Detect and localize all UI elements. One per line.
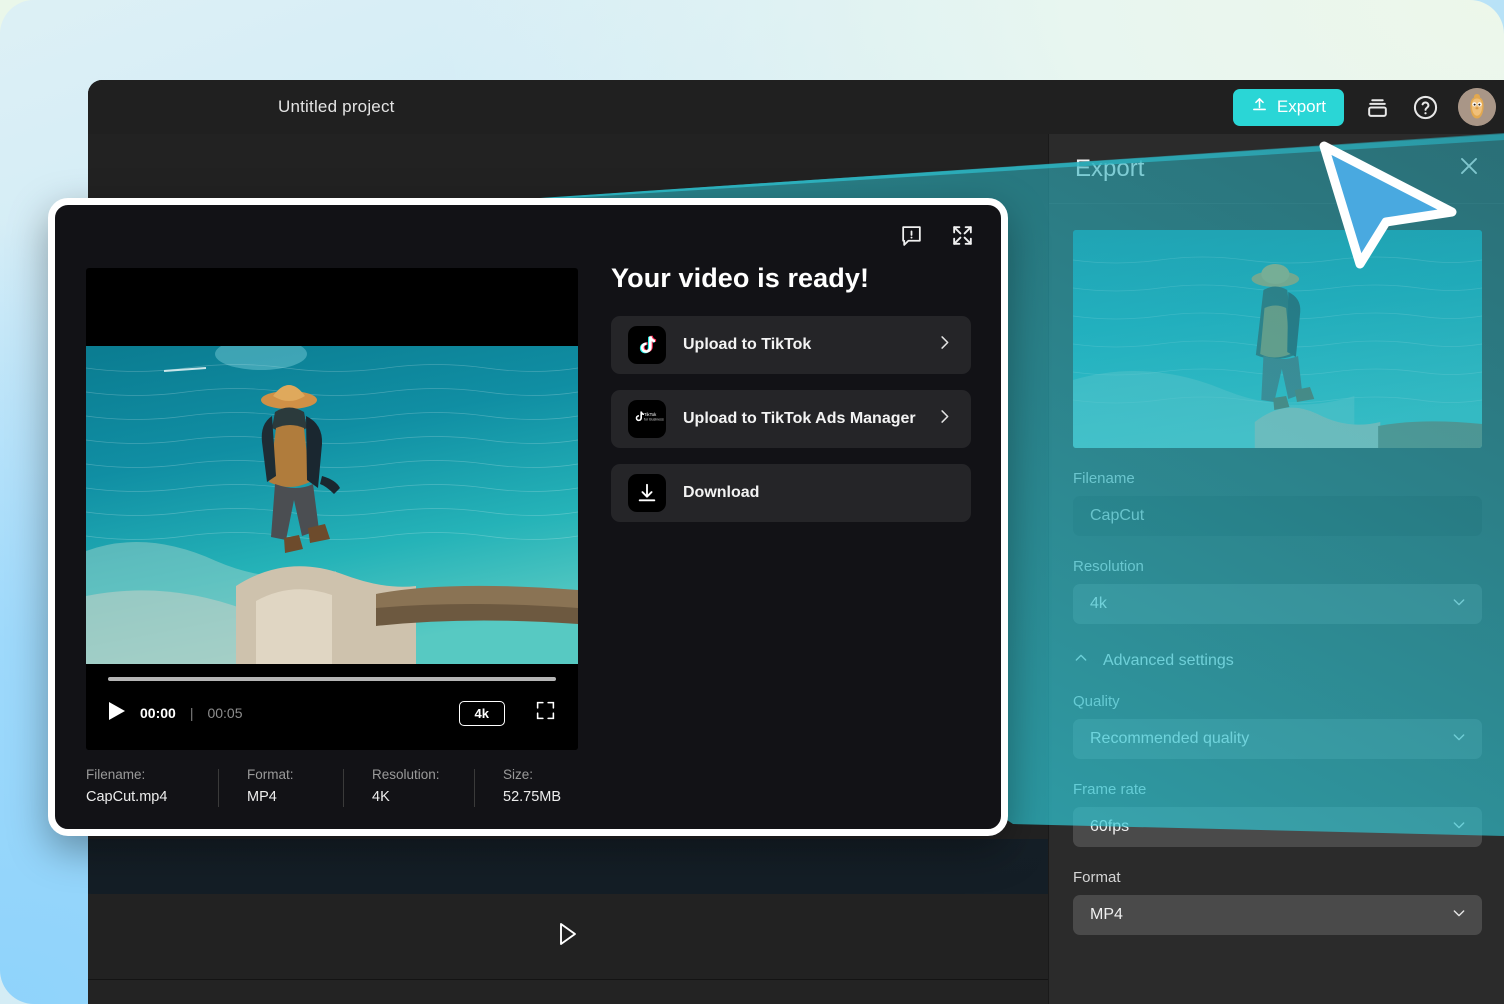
chevron-down-icon bbox=[1451, 817, 1467, 838]
meta-key: Size: bbox=[503, 767, 534, 782]
advanced-settings-toggle[interactable]: Advanced settings bbox=[1073, 650, 1482, 671]
export-panel-title: Export bbox=[1075, 154, 1145, 182]
current-time: 00:00 bbox=[140, 705, 176, 721]
chevron-up-icon bbox=[1073, 650, 1089, 671]
feedback-icon[interactable] bbox=[899, 223, 924, 253]
chevron-right-icon bbox=[935, 407, 954, 431]
quality-select[interactable]: Recommended quality bbox=[1073, 719, 1482, 759]
close-icon[interactable] bbox=[1456, 153, 1482, 184]
fullscreen-icon[interactable] bbox=[535, 700, 556, 726]
resolution-select[interactable]: 4k bbox=[1073, 584, 1482, 624]
download-row[interactable]: Download bbox=[611, 464, 971, 522]
meta-size: Size: 52.75MB bbox=[475, 767, 561, 805]
chevron-down-icon bbox=[1451, 905, 1467, 926]
total-time: 00:05 bbox=[207, 705, 243, 721]
meta-resolution: Resolution: 4K bbox=[344, 767, 474, 805]
svg-text:for Business: for Business bbox=[644, 418, 664, 422]
video-controls: 00:00 | 00:05 4k bbox=[86, 664, 578, 750]
user-avatar[interactable] bbox=[1458, 88, 1496, 126]
modal-heading: Your video is ready! bbox=[611, 263, 870, 293]
progress-bar[interactable] bbox=[108, 677, 556, 681]
meta-value: 52.75MB bbox=[503, 789, 562, 805]
app-top-bar: Untitled project Export bbox=[88, 80, 1504, 134]
modal-right-column: Your video is ready! Upload to TikTok Ti… bbox=[611, 263, 971, 538]
export-complete-modal: 00:00 | 00:05 4k Your video is ready! Up… bbox=[48, 198, 1008, 836]
filename-label: Filename bbox=[1073, 470, 1135, 487]
resolution-value: 4k bbox=[1090, 595, 1107, 612]
upload-icon bbox=[1251, 96, 1268, 118]
export-metadata: Filename: CapCut.mp4 Format: MP4 Resolut… bbox=[86, 767, 970, 807]
tiktok-ads-manager-icon: TikTok for Business bbox=[628, 400, 666, 438]
play-icon[interactable] bbox=[108, 701, 126, 726]
meta-value: MP4 bbox=[247, 789, 277, 805]
svg-text:TikTok: TikTok bbox=[644, 412, 657, 417]
share-option-label: Upload to TikTok Ads Manager bbox=[683, 410, 916, 427]
filename-input[interactable]: CapCut bbox=[1073, 496, 1482, 536]
chevron-down-icon bbox=[1451, 729, 1467, 750]
layout-panels-icon[interactable] bbox=[1362, 92, 1392, 122]
frame-rate-select[interactable]: 60fps bbox=[1073, 807, 1482, 847]
export-button[interactable]: Export bbox=[1232, 88, 1344, 126]
meta-filename: Filename: CapCut.mp4 bbox=[86, 767, 218, 805]
preview-playbar bbox=[88, 894, 1048, 979]
time-separator: | bbox=[189, 705, 194, 721]
chevron-right-icon bbox=[935, 333, 954, 357]
filename-value: CapCut bbox=[1090, 507, 1145, 524]
resolution-label: Resolution bbox=[1073, 558, 1144, 575]
chevron-down-icon bbox=[1451, 594, 1467, 615]
collapse-icon[interactable] bbox=[950, 223, 975, 253]
timeline-area[interactable] bbox=[88, 979, 1048, 1004]
video-still bbox=[86, 346, 578, 664]
top-bar-actions: Export bbox=[1232, 88, 1504, 126]
quality-label: Quality bbox=[1073, 693, 1120, 710]
meta-value: 4K bbox=[372, 789, 390, 805]
export-panel-header: Export bbox=[1049, 134, 1504, 204]
frame-rate-label: Frame rate bbox=[1073, 781, 1147, 798]
meta-key: Resolution: bbox=[372, 767, 440, 782]
upload-to-tiktok-ads-manager-row[interactable]: TikTok for Business Upload to TikTok Ads… bbox=[611, 390, 971, 448]
format-select[interactable]: MP4 bbox=[1073, 895, 1482, 935]
export-preview-thumbnail bbox=[1073, 230, 1482, 448]
export-panel: Export Filename CapCut Resolution 4k Adv… bbox=[1048, 134, 1504, 1004]
controls-row: 00:00 | 00:05 4k bbox=[108, 700, 556, 726]
meta-key: Filename: bbox=[86, 767, 146, 782]
tiktok-icon bbox=[628, 326, 666, 364]
project-title: Untitled project bbox=[278, 97, 395, 116]
advanced-settings-label: Advanced settings bbox=[1103, 651, 1234, 669]
meta-value: CapCut.mp4 bbox=[86, 789, 168, 805]
video-player: 00:00 | 00:05 4k bbox=[86, 268, 578, 750]
frame-rate-value: 60fps bbox=[1090, 818, 1130, 835]
share-option-label: Upload to TikTok bbox=[683, 336, 812, 353]
play-icon[interactable] bbox=[557, 921, 579, 952]
upload-to-tiktok-row[interactable]: Upload to TikTok bbox=[611, 316, 971, 374]
quality-value: Recommended quality bbox=[1090, 730, 1250, 747]
download-icon bbox=[628, 474, 666, 512]
modal-toolbar bbox=[899, 223, 975, 253]
format-label: Format bbox=[1073, 869, 1121, 886]
export-button-label: Export bbox=[1276, 97, 1326, 116]
meta-format: Format: MP4 bbox=[219, 767, 343, 805]
video-frame bbox=[86, 346, 578, 664]
export-form: Filename CapCut Resolution 4k Advanced s… bbox=[1049, 470, 1504, 935]
share-option-label: Download bbox=[683, 484, 760, 501]
meta-key: Format: bbox=[247, 767, 294, 782]
format-value: MP4 bbox=[1090, 906, 1123, 923]
help-circle-icon[interactable] bbox=[1410, 92, 1440, 122]
quality-badge[interactable]: 4k bbox=[458, 700, 505, 726]
